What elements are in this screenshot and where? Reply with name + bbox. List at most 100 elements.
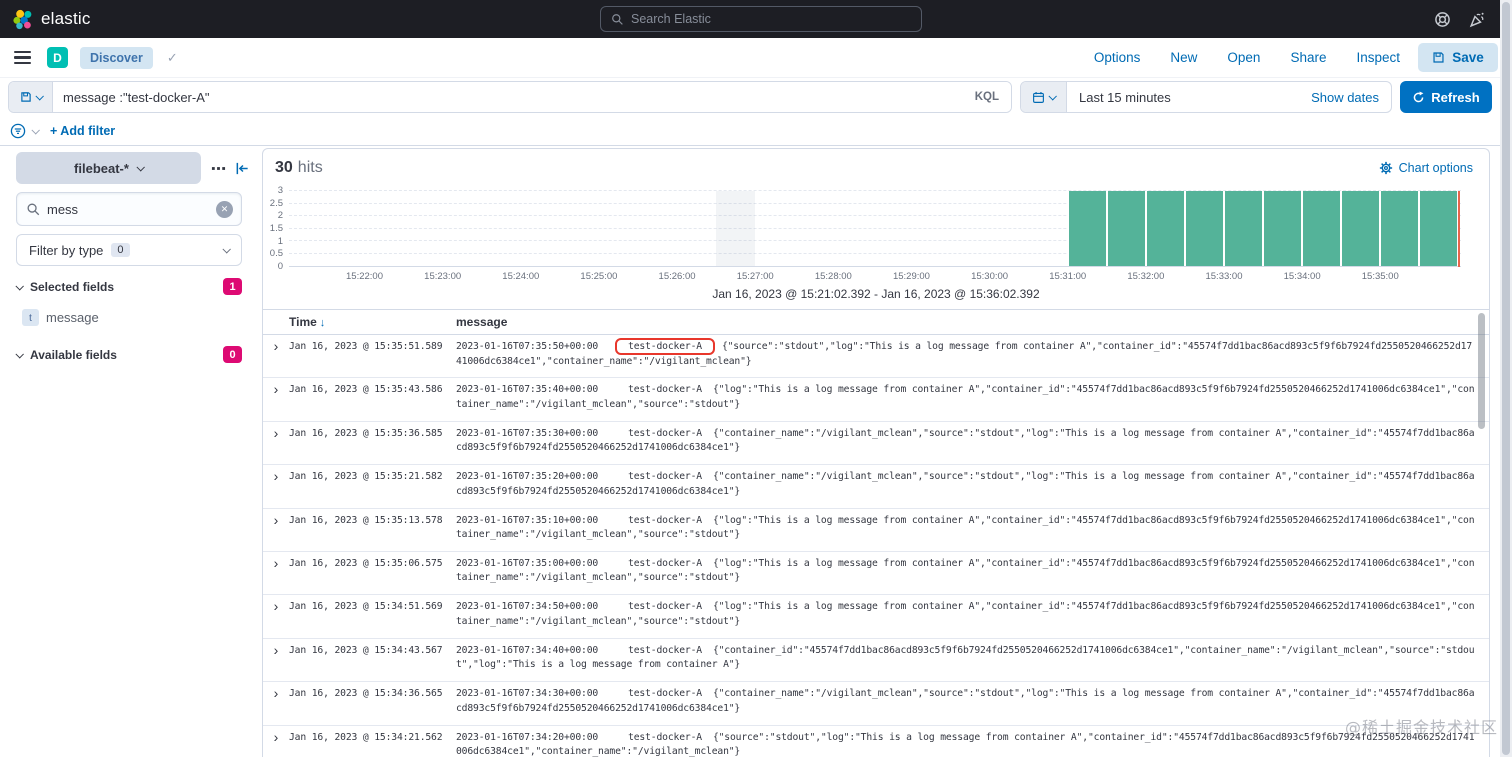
column-header-time[interactable]: Time ↓ (289, 315, 456, 329)
histogram-bar[interactable] (1067, 191, 1107, 266)
time-range-value[interactable]: Last 15 minutes (1067, 90, 1171, 105)
expand-row-chevron-icon[interactable]: › (263, 469, 289, 507)
hits-histogram: 0 0.5 1 1.5 2 2.5 3 15:22:00 15:23:00 15:24:00 15… (263, 185, 1489, 283)
toolbar-link-share[interactable]: Share (1290, 50, 1326, 65)
y-axis-tick-label: 1 (277, 235, 283, 247)
row-message: 2023-01-16T07:35:40+00:00 test-docker-A {"… (456, 383, 1489, 420)
chevron-down-icon[interactable] (31, 125, 40, 135)
message-json: {"log":"This is a log message from conta… (456, 384, 1475, 410)
filter-by-type-button[interactable]: Filter by type 0 (16, 234, 242, 266)
expand-row-chevron-icon[interactable]: › (263, 643, 289, 681)
index-pattern-switcher[interactable]: filebeat-* (16, 152, 201, 184)
boxes-horizontal-icon[interactable] (211, 161, 226, 176)
table-row: › Jan 16, 2023 @ 15:34:21.562 2023-01-16… (263, 726, 1489, 757)
selected-fields-label: Selected fields (30, 279, 115, 294)
date-picker-button[interactable] (1021, 82, 1067, 112)
expand-row-chevron-icon[interactable]: › (263, 729, 289, 757)
app-badge[interactable]: D (47, 47, 68, 68)
toolbar-link-open[interactable]: Open (1227, 50, 1260, 65)
message-timestamp: 2023-01-16T07:34:20+00:00 (456, 731, 599, 743)
histogram-bar[interactable] (1302, 191, 1342, 266)
app-toolbar: D Discover ✓ Options New Open Share Inspect … (0, 38, 1512, 78)
histogram-bar[interactable] (1223, 191, 1264, 266)
global-search-input[interactable]: Search Elastic (600, 6, 922, 32)
discover-results-panel: 30 hits Chart options 0 0.5 1 1.5 2 2.5 3 15:2… (262, 148, 1490, 757)
clear-search-icon[interactable]: ✕ (216, 201, 233, 218)
elastic-logo-icon (12, 9, 33, 30)
chevron-down-icon (222, 245, 231, 254)
chart-options-button[interactable]: Chart options (1379, 161, 1473, 175)
message-container-name: test-docker-A (628, 384, 702, 396)
histogram-bar[interactable] (1263, 191, 1303, 266)
histogram-bar[interactable] (1380, 191, 1420, 266)
y-axis-tick-label: 3 (277, 185, 283, 196)
expand-row-chevron-icon[interactable]: › (263, 686, 289, 724)
page-scrollbar-thumb[interactable] (1502, 2, 1510, 755)
message-timestamp: 2023-01-16T07:34:50+00:00 (456, 601, 599, 613)
check-icon: ✓ (166, 49, 178, 65)
table-scrollbar-thumb[interactable] (1478, 313, 1485, 429)
message-container-name: test-docker-A (628, 688, 702, 700)
filter-circle-icon[interactable] (10, 123, 26, 139)
row-time: Jan 16, 2023 @ 15:35:13.578 (289, 514, 443, 526)
column-header-message[interactable]: message (456, 315, 507, 329)
query-input[interactable]: message :"test-docker-A" (53, 82, 963, 112)
x-axis-tick-label: 15:34:00 (1283, 271, 1321, 282)
documents-table-body: › Jan 16, 2023 @ 15:35:51.589 2023-01-16… (263, 335, 1489, 757)
collapse-sidebar-icon[interactable] (235, 161, 250, 176)
selected-fields-list: t message (16, 305, 250, 330)
x-axis-tick-label: 15:32:00 (1127, 271, 1165, 282)
toolbar-link-inspect[interactable]: Inspect (1356, 50, 1400, 65)
expand-row-chevron-icon[interactable]: › (263, 382, 289, 420)
chevron-down-icon (15, 281, 24, 291)
histogram-bar[interactable] (1341, 191, 1381, 266)
table-row: › Jan 16, 2023 @ 15:35:21.582 2023-01-16… (263, 465, 1489, 509)
histogram-bar[interactable] (1106, 191, 1146, 266)
table-row: › Jan 16, 2023 @ 15:35:51.589 2023-01-16… (263, 335, 1489, 379)
toolbar-link-options[interactable]: Options (1094, 50, 1141, 65)
selected-fields-count-badge: 1 (223, 278, 242, 295)
saved-query-menu-button[interactable] (9, 82, 53, 112)
field-item-message[interactable]: t message (16, 305, 242, 330)
toolbar-link-new[interactable]: New (1170, 50, 1197, 65)
row-message: 2023-01-16T07:34:40+00:00 test-docker-A {"… (456, 644, 1489, 681)
query-language-button[interactable]: KQL (962, 82, 1011, 112)
message-json: {"log":"This is a log message from conta… (456, 601, 1475, 627)
histogram-bar[interactable] (1145, 191, 1185, 266)
row-time: Jan 16, 2023 @ 15:34:51.569 (289, 601, 443, 613)
histogram-bar[interactable] (1184, 191, 1224, 266)
row-message: 2023-01-16T07:35:00+00:00 test-docker-A {"… (456, 557, 1489, 594)
row-message: 2023-01-16T07:34:30+00:00 test-docker-A {"… (456, 687, 1489, 724)
chart-options-label: Chart options (1398, 161, 1473, 175)
x-axis-tick-label: 15:23:00 (424, 271, 462, 282)
field-search-input[interactable]: mess ✕ (16, 192, 242, 226)
search-icon (611, 13, 624, 26)
expand-row-chevron-icon[interactable]: › (263, 599, 289, 637)
histogram-plot[interactable] (289, 190, 1461, 267)
row-time: Jan 16, 2023 @ 15:35:06.575 (289, 557, 443, 569)
save-button[interactable]: Save (1418, 43, 1498, 72)
global-header: elastic Search Elastic (0, 0, 1512, 38)
available-fields-header[interactable]: Available fields 0 (15, 346, 242, 363)
expand-row-chevron-icon[interactable]: › (263, 426, 289, 464)
newsfeed-icon[interactable] (1469, 11, 1486, 28)
refresh-button[interactable]: Refresh (1400, 81, 1492, 113)
elastic-brand[interactable]: elastic (0, 9, 91, 30)
add-filter-link[interactable]: + Add filter (50, 124, 115, 138)
help-icon[interactable] (1434, 11, 1451, 28)
show-dates-link[interactable]: Show dates (1311, 90, 1391, 105)
message-timestamp: 2023-01-16T07:34:30+00:00 (456, 688, 599, 700)
breadcrumb-discover[interactable]: Discover (80, 46, 153, 69)
histogram-bar[interactable] (1419, 191, 1459, 266)
field-name: message (46, 310, 99, 325)
expand-row-chevron-icon[interactable]: › (263, 512, 289, 551)
expand-row-chevron-icon[interactable]: › (263, 339, 289, 377)
filter-bar: + Add filter (0, 116, 1512, 146)
histogram-time-range-label: Jan 16, 2023 @ 15:21:02.392 - Jan 16, 20… (712, 287, 1040, 301)
row-time: Jan 16, 2023 @ 15:35:36.585 (289, 427, 443, 439)
selected-fields-header[interactable]: Selected fields 1 (15, 278, 242, 295)
page-scrollbar[interactable] (1500, 0, 1512, 757)
message-json: {"source":"stdout","log":"This is a log … (456, 341, 1473, 367)
menu-hamburger-icon[interactable] (14, 51, 31, 64)
expand-row-chevron-icon[interactable]: › (263, 556, 289, 594)
